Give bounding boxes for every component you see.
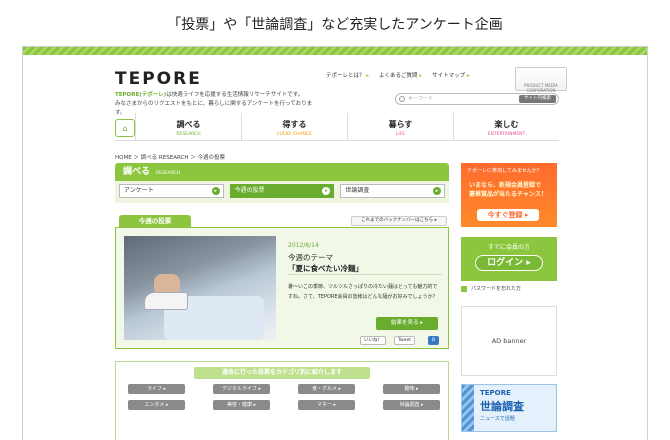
top-stripe <box>23 47 647 55</box>
site-logo[interactable]: TEPORE <box>115 69 202 89</box>
feature-photo[interactable] <box>124 236 276 340</box>
subtabs: アンケート ▸ 今週の投票 ▸ 世論調査 ▸ <box>115 181 449 203</box>
view-results-button[interactable]: 結果を見る ▸ <box>376 317 438 330</box>
gnav-sublabel: LUCKY CHANCE <box>277 132 312 137</box>
arrow-right-icon: ▸ <box>433 187 442 195</box>
home-icon[interactable]: ⌂ <box>115 119 135 137</box>
search-icon <box>399 96 405 102</box>
like-button[interactable]: いいね！ <box>360 336 386 345</box>
global-nav: ⌂ 調べる RESEARCH 得する LUCKY CHANCE 暮らす LIFE… <box>115 113 559 141</box>
category-digital-life[interactable]: デジタルライフ ▸ <box>213 384 270 394</box>
tab-label: アンケート <box>124 187 154 194</box>
vote-date: 2012/8/14 <box>288 242 319 249</box>
forgot-label: パスワードを忘れた方 <box>471 286 522 292</box>
banner-title: 世論調査 <box>480 400 524 413</box>
login-button[interactable]: ログイン ▸ <box>475 255 543 271</box>
breadcrumb[interactable]: HOME ＞ 調べる RESEARCH ＞ 今週の投票 <box>115 153 225 161</box>
arrow-right-icon: ▸ <box>322 187 331 195</box>
weekly-vote-tab: 今週の投票 <box>119 215 191 227</box>
search-input[interactable]: キーワード サイト内検索 <box>395 93 559 105</box>
tab-opinion-poll[interactable]: 世論調査 ▸ <box>340 184 446 198</box>
top-links: テポーレとは？ よくあるご質問 サイトマップ <box>326 71 470 79</box>
gnav-item-life[interactable]: 暮らす LIFE <box>347 113 453 140</box>
category-entertainment[interactable]: エンタメ ▸ <box>128 400 185 410</box>
tab-label: 今週の投票 <box>234 187 265 194</box>
category-beauty-health[interactable]: 美容・健康 ▸ <box>213 400 270 410</box>
divider <box>288 274 442 275</box>
browser-frame: TEPORE TEPORE(テポーレ)は快適ライフを応援する生活情報リサーチサイ… <box>22 46 648 440</box>
members-label: すでに会員の方 <box>487 244 531 251</box>
category-title: 過去に行った投票をカテゴリ別に紹介します <box>194 367 370 379</box>
category-grid: ライフ ▸ デジタルライフ ▸ 食・グルメ ▸ 趣味 ▸ エンタメ ▸ 美容・健… <box>128 384 440 410</box>
banner-sub: ニュースで話題 <box>480 416 515 422</box>
gnav-item-lucky[interactable]: 得する LUCKY CHANCE <box>241 113 347 140</box>
ad-banner[interactable]: AD banner <box>461 306 557 376</box>
promo-line: 豪華賞品が当たるチャンス！ <box>469 191 547 198</box>
category-food[interactable]: 食・グルメ ▸ <box>298 384 355 394</box>
section-title-jp: 調べる <box>123 167 151 177</box>
opinion-poll-banner[interactable]: TEPORE 世論調査 ニュースで話題 <box>461 384 557 432</box>
search-button[interactable]: サイト内検索 <box>519 95 556 103</box>
backnumber-link[interactable]: これまでのバックナンバーはこちら ▸ <box>351 216 447 226</box>
forgot-password-link[interactable]: パスワードを忘れた方 <box>461 285 557 292</box>
gnav-label: 調べる <box>176 120 201 129</box>
promo-text: いまなら、新規会員登録で 豪華賞品が当たるチャンス！ <box>469 181 547 199</box>
toplink-about[interactable]: テポーレとは？ <box>326 71 369 79</box>
category-money[interactable]: マネー ▸ <box>298 400 355 410</box>
corporate-logo[interactable]: PRODUCT MEDIA CORPORATION <box>515 67 567 93</box>
hatena-bookmark-icon[interactable]: B <box>428 336 440 345</box>
bullet-icon <box>461 285 467 292</box>
register-button[interactable]: 今すぐ登録 ▸ <box>477 209 539 221</box>
promo-line: いまなら、新規会員登録で <box>469 182 542 189</box>
right-sidebar: テポーレに参加してみませんか？ いまなら、新規会員登録で 豪華賞品が当たるチャン… <box>461 163 557 432</box>
section-title-en: RESEARCH <box>156 171 181 176</box>
tweet-button[interactable]: Tweet <box>394 336 415 345</box>
toplink-faq[interactable]: よくあるご質問 <box>379 71 422 79</box>
section-title: 調べる RESEARCH <box>115 163 449 181</box>
member-login-box: すでに会員の方 ログイン ▸ <box>461 237 557 281</box>
page-caption: 「投票」や「世論調査」など充実したアンケート企画 <box>167 17 503 33</box>
weekly-vote-panel: 2012/8/14 今週のテーマ 「夏に食べたい冷麺」 暑～いこの季節、ツルツル… <box>115 227 449 349</box>
gnav-label: 暮らす <box>388 120 413 129</box>
category-box: 過去に行った投票をカテゴリ別に紹介します ライフ ▸ デジタルライフ ▸ 食・グ… <box>115 361 449 440</box>
banner-stripe <box>462 385 474 431</box>
photo-iron <box>144 292 188 310</box>
tagline-brand: TEPORE(テポーレ) <box>115 92 167 98</box>
category-opinion-poll[interactable]: 世論調査 ▸ <box>383 400 440 410</box>
gnav-sublabel: ENTERTAINMENT <box>487 132 526 137</box>
tab-label: 世論調査 <box>345 187 370 194</box>
category-life[interactable]: ライフ ▸ <box>128 384 185 394</box>
toplink-sitemap[interactable]: サイトマップ <box>432 71 470 79</box>
gnav-sublabel: LIFE <box>395 132 406 137</box>
tab-survey[interactable]: アンケート ▸ <box>119 184 224 198</box>
gnav-item-research[interactable]: 調べる RESEARCH <box>135 113 241 140</box>
gnav-item-entertainment[interactable]: 楽しむ ENTERTAINMENT <box>453 113 559 140</box>
theme-label: 今週のテーマ <box>288 253 333 262</box>
search-placeholder: キーワード <box>408 96 434 102</box>
gnav-sublabel: RESEARCH <box>176 132 201 137</box>
promo-heading: テポーレに参加してみませんか？ <box>467 168 542 174</box>
gnav-label: 得する <box>282 120 307 129</box>
register-promo[interactable]: テポーレに参加してみませんか？ いまなら、新規会員登録で 豪華賞品が当たるチャン… <box>461 163 557 227</box>
tagline-text: は快適ライフを応援する生活情報リサーチサイトです。 <box>166 92 304 98</box>
tab-weekly-vote[interactable]: 今週の投票 ▸ <box>229 184 335 198</box>
category-hobby[interactable]: 趣味 ▸ <box>383 384 440 394</box>
theme-description: 暑～いこの季節、ツルツルさっぱりの冷たい麺はとっても魅力的ですね。さて、TEPO… <box>288 284 438 300</box>
theme-title: 「夏に食べたい冷麺」 <box>288 264 363 273</box>
banner-brand: TEPORE <box>480 389 511 397</box>
arrow-right-icon: ▸ <box>211 187 220 195</box>
gnav-label: 楽しむ <box>494 120 519 129</box>
